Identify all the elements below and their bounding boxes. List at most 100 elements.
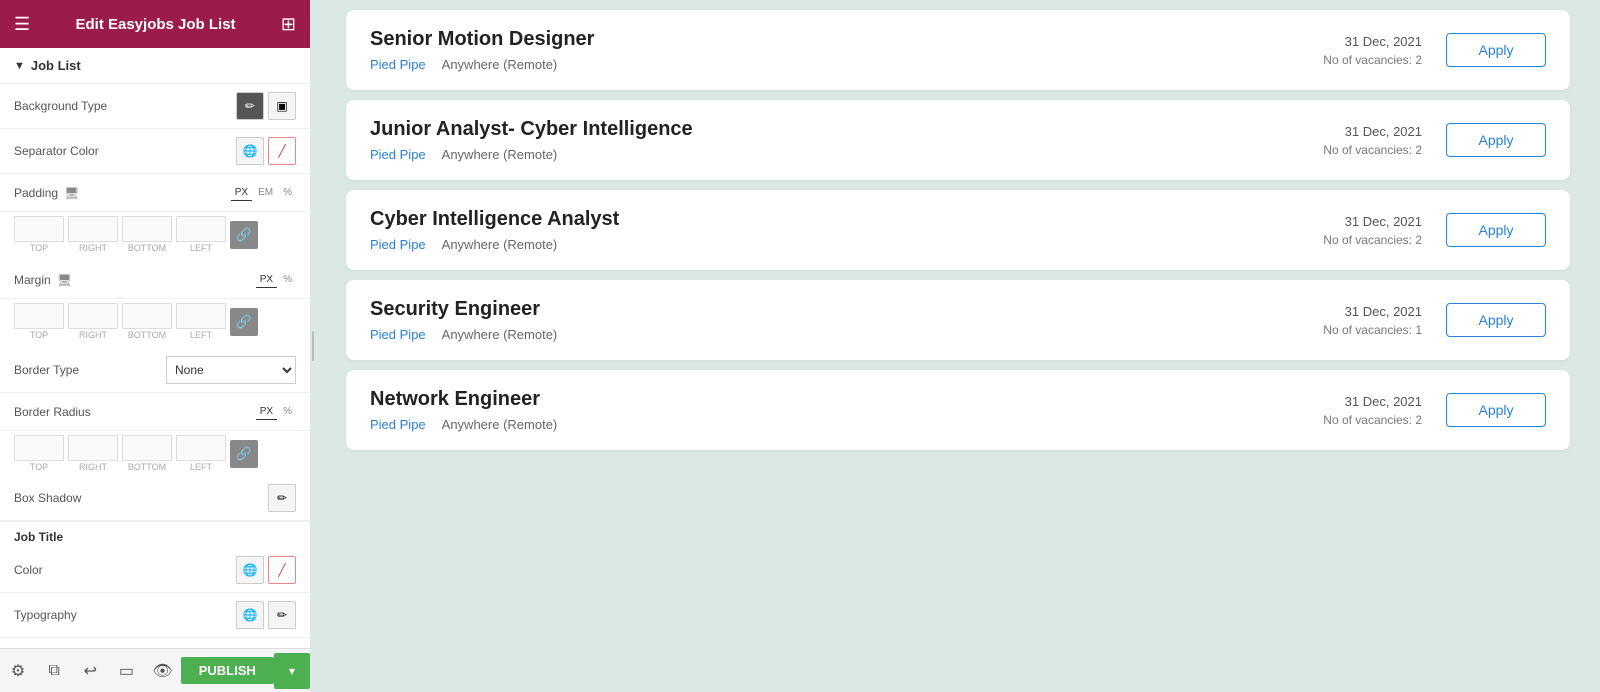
job-title-1: Junior Analyst- Cyber Intelligence xyxy=(370,118,1262,141)
margin-left-label: LEFT xyxy=(190,330,212,340)
border-type-select[interactable]: None Solid Dashed Dotted Double xyxy=(166,356,296,384)
color-globe-btn[interactable]: 🌐 xyxy=(236,556,264,584)
padding-top-input[interactable] xyxy=(14,216,64,242)
job-vacancies-2: No of vacancies: 2 xyxy=(1262,233,1422,247)
panel-body: ▼ Job List Background Type ✏ ▣ Separator… xyxy=(0,48,310,648)
job-vacancies-4: No of vacancies: 2 xyxy=(1262,413,1422,427)
padding-right-label: RIGHT xyxy=(79,243,107,253)
apply-button-4[interactable]: Apply xyxy=(1446,393,1546,427)
hamburger-icon[interactable]: ☰ xyxy=(14,14,30,35)
separator-color-globe-btn[interactable]: 🌐 xyxy=(236,137,264,165)
job-location-1: Anywhere (Remote) xyxy=(442,147,558,162)
job-location-4: Anywhere (Remote) xyxy=(442,417,558,432)
padding-left-group: LEFT xyxy=(176,216,226,253)
border-radius-unit-px[interactable]: PX xyxy=(256,404,277,420)
margin-row: Margin 🖥 PX % xyxy=(0,261,310,299)
collapse-arrow[interactable]: ▼ xyxy=(14,60,25,72)
typography-globe-btn[interactable]: 🌐 xyxy=(236,601,264,629)
job-company-0: Pied Pipe xyxy=(370,57,426,72)
job-meta-0: Pied Pipe Anywhere (Remote) xyxy=(370,57,1262,72)
job-date-3: 31 Dec, 2021 xyxy=(1262,304,1422,319)
background-type-controls: ✏ ▣ xyxy=(236,92,296,120)
padding-right-input[interactable] xyxy=(68,216,118,242)
box-shadow-label: Box Shadow xyxy=(14,491,81,505)
job-vacancies-1: No of vacancies: 2 xyxy=(1262,143,1422,157)
settings-icon-btn[interactable]: ⚙ xyxy=(0,653,36,689)
publish-button[interactable]: PUBLISH xyxy=(181,657,274,684)
border-radius-top-label: TOP xyxy=(30,462,48,472)
border-radius-link-btn[interactable]: 🔗 xyxy=(230,440,258,468)
publish-arrow-btn[interactable]: ▾ xyxy=(274,653,310,689)
job-info-1: Junior Analyst- Cyber Intelligence Pied … xyxy=(370,118,1262,162)
divider-handle xyxy=(312,331,314,361)
box-shadow-edit-btn[interactable]: ✏ xyxy=(268,484,296,512)
job-vacancies-0: No of vacancies: 2 xyxy=(1262,53,1422,67)
margin-right-input[interactable] xyxy=(68,303,118,329)
padding-left-input[interactable] xyxy=(176,216,226,242)
border-radius-right-input[interactable] xyxy=(68,435,118,461)
margin-units: PX % xyxy=(256,272,296,288)
job-location-0: Anywhere (Remote) xyxy=(442,57,558,72)
job-date-4: 31 Dec, 2021 xyxy=(1262,394,1422,409)
padding-responsive-icon[interactable]: 🖥 xyxy=(64,186,79,200)
margin-responsive-icon[interactable]: 🖥 xyxy=(57,273,72,287)
margin-top-input[interactable] xyxy=(14,303,64,329)
border-radius-left-input[interactable] xyxy=(176,435,226,461)
job-info-2: Cyber Intelligence Analyst Pied Pipe Any… xyxy=(370,208,1262,252)
border-radius-label: Border Radius xyxy=(14,405,91,419)
layers-icon-btn[interactable]: ⧉ xyxy=(36,653,72,689)
typography-edit-btn[interactable]: ✏ xyxy=(268,601,296,629)
eye-icon-btn[interactable]: 👁 xyxy=(145,653,181,689)
job-company-1: Pied Pipe xyxy=(370,147,426,162)
padding-unit-px[interactable]: PX xyxy=(231,185,252,201)
apply-button-0[interactable]: Apply xyxy=(1446,33,1546,67)
job-date-vacancies-4: 31 Dec, 2021 No of vacancies: 2 xyxy=(1262,394,1422,427)
background-type-solid-btn[interactable]: ✏ xyxy=(236,92,264,120)
border-radius-bottom-label: BOTTOM xyxy=(128,462,166,472)
border-radius-bottom-input[interactable] xyxy=(122,435,172,461)
background-type-label: Background Type xyxy=(14,99,107,113)
border-radius-top-input[interactable] xyxy=(14,435,64,461)
padding-bottom-input[interactable] xyxy=(122,216,172,242)
job-card: Security Engineer Pied Pipe Anywhere (Re… xyxy=(346,280,1570,360)
padding-inputs-row: TOP RIGHT BOTTOM LEFT 🔗 xyxy=(0,212,310,253)
panel-footer: ⚙ ⧉ ↩ ▭ 👁 PUBLISH ▾ xyxy=(0,648,310,692)
padding-link-btn[interactable]: 🔗 xyxy=(230,221,258,249)
apply-button-3[interactable]: Apply xyxy=(1446,303,1546,337)
margin-unit-px[interactable]: PX xyxy=(256,272,277,288)
padding-bottom-group: BOTTOM xyxy=(122,216,172,253)
padding-label: Padding xyxy=(14,186,58,200)
padding-unit-em[interactable]: EM xyxy=(254,185,277,201)
apply-button-2[interactable]: Apply xyxy=(1446,213,1546,247)
border-radius-units: PX % xyxy=(256,404,296,420)
separator-color-clear-btn[interactable]: ╱ xyxy=(268,137,296,165)
border-radius-bottom-group: BOTTOM xyxy=(122,435,172,472)
border-type-label: Border Type xyxy=(14,363,79,377)
margin-unit-percent[interactable]: % xyxy=(279,272,296,288)
job-title-section: Job Title xyxy=(0,521,310,548)
grid-icon[interactable]: ⊞ xyxy=(281,14,296,35)
background-type-gradient-btn[interactable]: ▣ xyxy=(268,92,296,120)
border-radius-unit-percent[interactable]: % xyxy=(279,404,296,420)
margin-right-group: RIGHT xyxy=(68,303,118,340)
padding-unit-percent[interactable]: % xyxy=(279,185,296,201)
responsive-icon-btn[interactable]: ▭ xyxy=(108,653,144,689)
margin-left-input[interactable] xyxy=(176,303,226,329)
history-icon-btn[interactable]: ↩ xyxy=(72,653,108,689)
job-company-3: Pied Pipe xyxy=(370,327,426,342)
background-type-row: Background Type ✏ ▣ xyxy=(0,84,310,129)
job-title-2: Cyber Intelligence Analyst xyxy=(370,208,1262,231)
color-controls: 🌐 ╱ xyxy=(236,556,296,584)
job-meta-3: Pied Pipe Anywhere (Remote) xyxy=(370,327,1262,342)
apply-button-1[interactable]: Apply xyxy=(1446,123,1546,157)
job-date-0: 31 Dec, 2021 xyxy=(1262,34,1422,49)
margin-bottom-label: BOTTOM xyxy=(128,330,166,340)
border-type-row: Border Type None Solid Dashed Dotted Dou… xyxy=(0,348,310,393)
padding-units: PX EM % xyxy=(231,185,296,201)
margin-bottom-input[interactable] xyxy=(122,303,172,329)
job-card: Junior Analyst- Cyber Intelligence Pied … xyxy=(346,100,1570,180)
padding-bottom-label: BOTTOM xyxy=(128,243,166,253)
padding-row: Padding 🖥 PX EM % xyxy=(0,174,310,212)
color-clear-btn[interactable]: ╱ xyxy=(268,556,296,584)
margin-link-btn[interactable]: 🔗 xyxy=(230,308,258,336)
